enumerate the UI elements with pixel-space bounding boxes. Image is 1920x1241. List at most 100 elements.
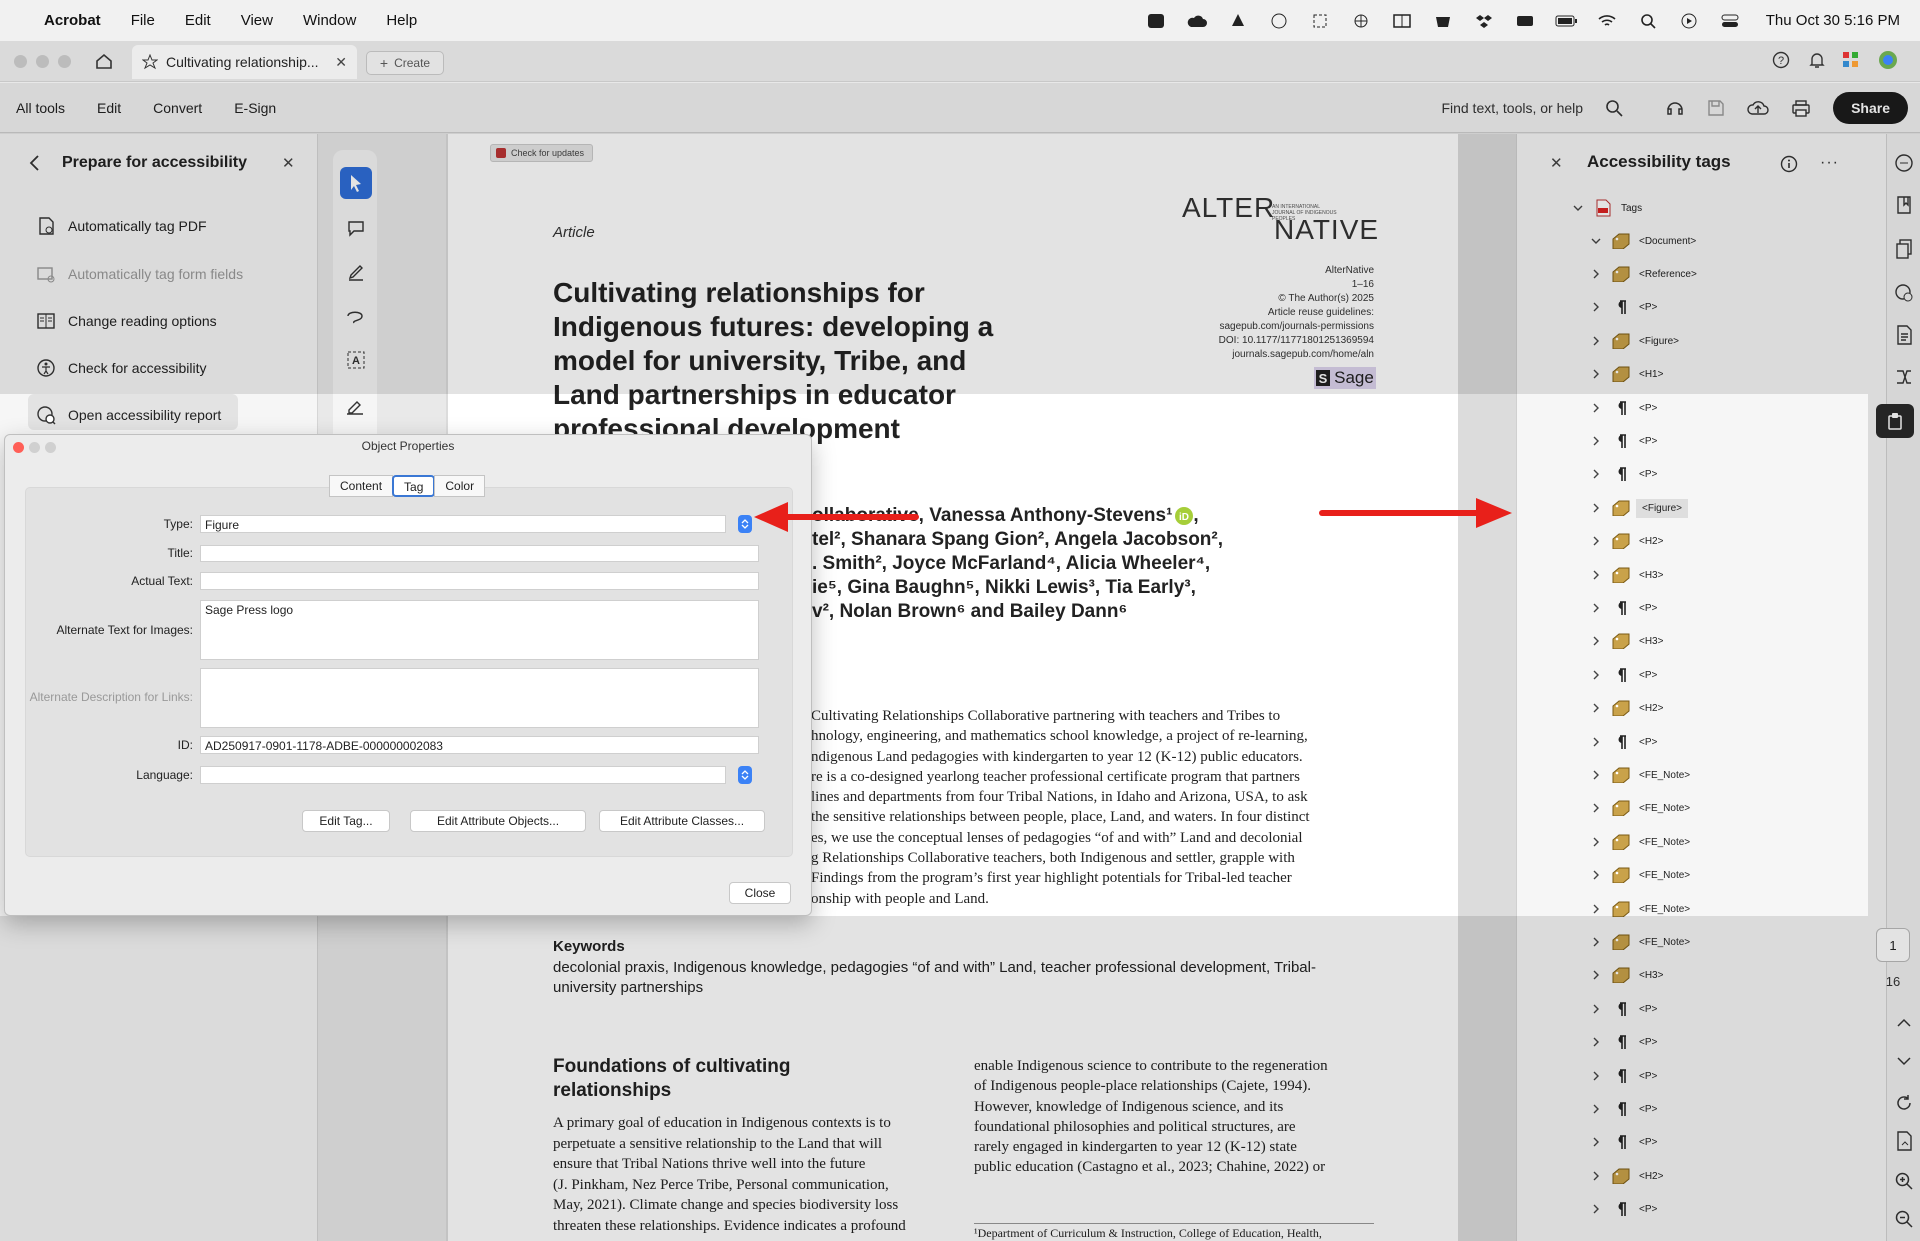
chevron-right-icon[interactable] [1588,1171,1604,1181]
tag-root[interactable]: Tags [1570,197,1870,219]
change-reading-options-item[interactable]: Change reading options [36,311,217,331]
current-page-field[interactable]: 1 [1876,928,1910,962]
create-tab-button[interactable]: + Create [366,51,444,75]
menu-file[interactable]: File [131,12,155,29]
search-icon[interactable] [1605,99,1623,117]
draw-tool-icon[interactable] [340,300,372,332]
chevron-right-icon[interactable] [1588,737,1604,747]
text-recognition-icon[interactable]: A [340,344,372,376]
info-icon[interactable] [1780,155,1798,173]
search-field[interactable]: Find text, tools, or help [1441,100,1583,116]
id-field[interactable]: AD250917-0901-1178-ADBE-000000002083 [200,736,759,754]
tag-row[interactable]: <FE_Note> [1570,764,1870,786]
dialog-close-dot[interactable] [13,442,24,453]
bookmark-rail-icon[interactable] [1893,194,1915,216]
chevron-right-icon[interactable] [1588,703,1604,713]
drive-icon[interactable] [1514,12,1536,30]
chevron-right-icon[interactable] [1588,904,1604,914]
rotate-icon[interactable] [1893,1092,1915,1114]
comment-tool-icon[interactable] [340,212,372,244]
layers-rail-icon[interactable] [1893,282,1915,304]
chevron-right-icon[interactable] [1588,1071,1604,1081]
read-aloud-icon[interactable] [1665,99,1685,117]
document-rail-icon[interactable] [1893,324,1915,346]
tab-tag[interactable]: Tag [392,475,436,497]
tag-row[interactable]: <H3> [1570,630,1870,652]
chevron-right-icon[interactable] [1588,636,1604,646]
battery-icon[interactable] [1555,12,1577,30]
chevron-down-icon[interactable] [1893,1050,1915,1072]
back-icon[interactable] [28,154,40,172]
tag-row[interactable]: <FE_Note> [1570,931,1870,953]
screenshot-icon[interactable] [1309,12,1331,30]
tag-row[interactable]: <H3> [1570,964,1870,986]
comment-rail-icon[interactable] [1893,152,1915,174]
chevron-right-icon[interactable] [1588,837,1604,847]
tag-row[interactable]: <P> [1570,998,1870,1020]
all-tools-button[interactable]: All tools [16,100,65,116]
upload-tray-icon[interactable] [1227,12,1249,30]
tag-row[interactable]: <Figure> [1570,497,1870,519]
edit-attribute-objects-button[interactable]: Edit Attribute Objects... [410,810,586,832]
chevron-right-icon[interactable] [1588,570,1604,580]
chevron-right-icon[interactable] [1588,1037,1604,1047]
actual-text-field[interactable] [200,572,759,590]
chevron-right-icon[interactable] [1588,336,1604,346]
orcid-icon[interactable]: iD [1175,506,1194,525]
wifi-icon[interactable] [1596,12,1618,30]
tag-row[interactable]: <FE_Note> [1570,831,1870,853]
cloud-upload-icon[interactable] [1747,99,1769,117]
chevron-down-icon[interactable] [1570,203,1586,213]
chevron-right-icon[interactable] [1588,469,1604,479]
chevron-right-icon[interactable] [1588,937,1604,947]
chevron-right-icon[interactable] [1588,1104,1604,1114]
chevron-right-icon[interactable] [1588,970,1604,980]
chevron-right-icon[interactable] [1588,503,1604,513]
dropbox-icon[interactable] [1473,12,1495,30]
tag-row[interactable]: <P> [1570,1065,1870,1087]
chevron-right-icon[interactable] [1588,369,1604,379]
close-panel-icon[interactable]: ✕ [282,154,295,172]
tags-rail-icon[interactable] [1876,404,1914,438]
menu-edit[interactable]: Edit [185,12,211,29]
tag-row[interactable]: <P> [1570,1098,1870,1120]
chevron-right-icon[interactable] [1588,269,1604,279]
tag-row[interactable]: <H2> [1570,1165,1870,1187]
chevron-right-icon[interactable] [1588,302,1604,312]
chevron-right-icon[interactable] [1588,670,1604,680]
chevron-down-icon[interactable] [1588,236,1604,246]
window-icon[interactable] [1391,12,1413,30]
more-options-icon[interactable]: ··· [1820,154,1839,172]
close-dialog-button[interactable]: Close [729,882,791,904]
alt-text-field[interactable]: Sage Press logo [200,600,759,660]
language-stepper-icon[interactable] [738,766,752,784]
cloud-icon[interactable] [1186,12,1208,30]
star-icon[interactable] [142,54,158,70]
tag-row[interactable]: <Reference> [1570,263,1870,285]
window-zoom-dot[interactable] [58,55,71,68]
help-icon[interactable]: ? [1772,51,1790,69]
title-field[interactable] [200,545,759,562]
tag-row[interactable]: <Figure> [1570,330,1870,352]
select-tool-icon[interactable] [340,167,372,199]
chevron-right-icon[interactable] [1588,603,1604,613]
type-field[interactable]: Figure [200,515,726,533]
page-view-icon[interactable] [1893,1130,1915,1152]
spotlight-icon[interactable] [1637,12,1659,30]
menu-view[interactable]: View [241,12,273,29]
tag-row[interactable]: <H3> [1570,564,1870,586]
tag-row[interactable]: <P> [1570,296,1870,318]
tag-row[interactable]: <P> [1570,463,1870,485]
menu-help[interactable]: Help [386,12,417,29]
tag-row[interactable]: <FE_Note> [1570,898,1870,920]
tag-row[interactable]: <P> [1570,1031,1870,1053]
open-accessibility-report-row[interactable]: Open accessibility report [36,405,221,425]
bell-icon[interactable] [1808,51,1826,69]
play-icon[interactable] [1678,12,1700,30]
tag-row[interactable]: <P> [1570,430,1870,452]
tag-row[interactable]: <FE_Note> [1570,797,1870,819]
menu-app[interactable]: Acrobat [44,12,101,29]
zoom-out-icon[interactable] [1893,1208,1915,1230]
chevron-right-icon[interactable] [1588,770,1604,780]
tag-row[interactable]: <P> [1570,1198,1870,1220]
